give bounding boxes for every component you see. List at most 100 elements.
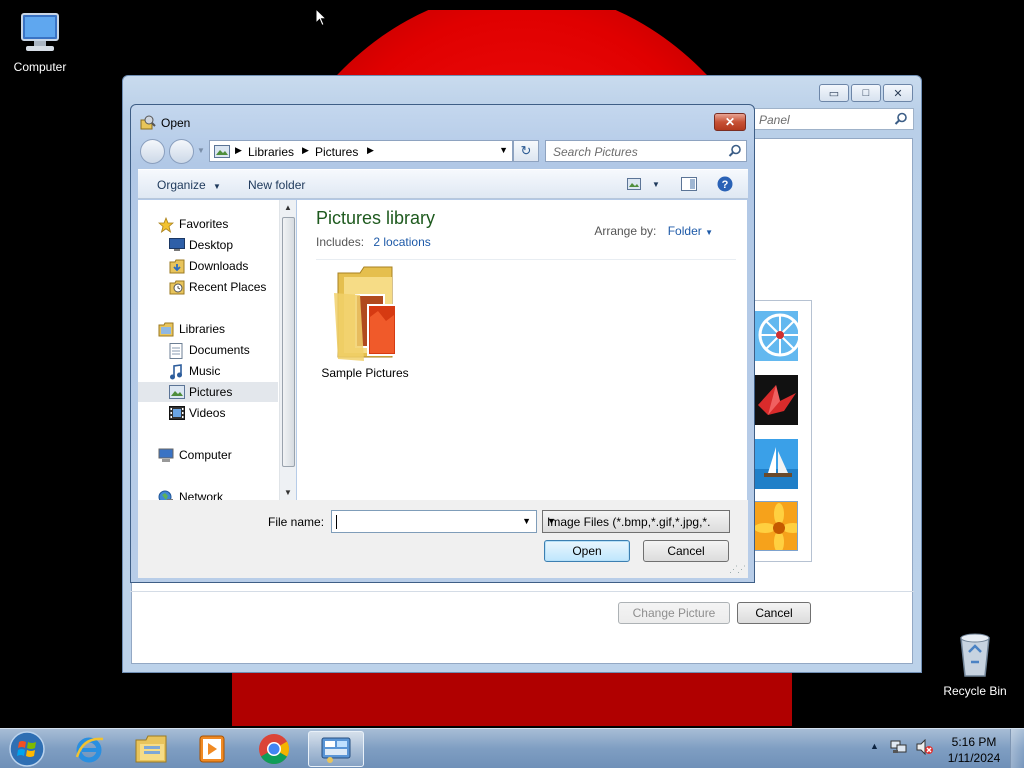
- maximize-icon: □: [862, 87, 870, 99]
- thumbnail-windmill[interactable]: [754, 311, 798, 361]
- nav-label: Downloads: [189, 259, 249, 273]
- dialog-close-button[interactable]: ✕: [714, 113, 746, 131]
- documents-icon: [169, 343, 183, 359]
- address-bar[interactable]: ▶ Libraries ▶ Pictures ▶ ▼: [209, 140, 513, 162]
- address-history-dropdown-icon[interactable]: ▼: [499, 145, 508, 155]
- show-hidden-icons-icon[interactable]: ▲: [870, 741, 879, 751]
- volume-muted-icon[interactable]: [916, 739, 934, 755]
- nav-item-pictures[interactable]: Pictures: [138, 382, 278, 402]
- change-picture-button[interactable]: Change Picture: [618, 602, 730, 624]
- file-name-history-dropdown-icon[interactable]: ▼: [522, 516, 531, 526]
- nav-label: Pictures: [189, 385, 233, 399]
- maximize-button[interactable]: □: [851, 84, 881, 102]
- chevron-down-icon: ▼: [547, 516, 556, 526]
- arrange-by-dropdown[interactable]: Folder ▼: [668, 224, 713, 238]
- control-panel-icon: [321, 737, 351, 763]
- minimize-button[interactable]: ▭: [819, 84, 849, 102]
- help-icon[interactable]: ?: [717, 176, 733, 192]
- back-cancel-button[interactable]: Cancel: [737, 602, 811, 624]
- libraries-icon: [158, 322, 174, 337]
- nav-label: Videos: [189, 406, 226, 420]
- includes-label: Includes:: [316, 235, 365, 249]
- preview-pane-icon[interactable]: [681, 177, 697, 191]
- file-type-select[interactable]: Image Files (*.bmp,*.gif,*.jpg,*. ▼: [542, 510, 730, 533]
- nav-label: Music: [189, 364, 221, 378]
- refresh-button[interactable]: ↻: [513, 140, 539, 162]
- thumbnail-paper-crane[interactable]: [754, 375, 798, 425]
- thumbnail-flower[interactable]: [754, 501, 798, 551]
- chrome-icon: [259, 734, 290, 765]
- breadcrumb-libraries[interactable]: Libraries: [248, 145, 294, 159]
- resize-grip-icon[interactable]: ⋰⋰: [729, 564, 746, 575]
- nav-item-desktop[interactable]: Desktop: [138, 235, 278, 255]
- file-name-input[interactable]: ▼: [331, 510, 537, 533]
- recent-places-icon: [169, 280, 185, 295]
- taskbar-chrome[interactable]: [246, 731, 302, 767]
- file-list-pane[interactable]: Pictures library Includes: 2 locations A…: [297, 200, 747, 500]
- scrollbar-thumb[interactable]: [282, 217, 295, 467]
- nav-item-documents[interactable]: Documents: [138, 340, 278, 360]
- nav-item-network[interactable]: Network: [138, 487, 278, 500]
- library-locations-link[interactable]: 2 locations: [373, 235, 430, 249]
- organize-menu-button[interactable]: Organize ▼: [157, 178, 221, 192]
- search-icon: [728, 144, 741, 157]
- breadcrumb-separator-icon[interactable]: ▶: [367, 145, 374, 156]
- open-button[interactable]: Open: [544, 540, 630, 562]
- search-icon: [894, 112, 907, 125]
- taskbar-control-panel[interactable]: [308, 731, 364, 767]
- back-button[interactable]: [140, 139, 165, 164]
- nav-label: Libraries: [179, 322, 226, 336]
- downloads-folder-icon: [169, 259, 185, 274]
- nav-item-computer[interactable]: Computer: [138, 445, 278, 465]
- nav-item-music[interactable]: Music: [138, 361, 278, 381]
- search-pictures-input[interactable]: Search Pictures: [545, 140, 747, 162]
- open-dialog-icon: [140, 115, 156, 130]
- close-button[interactable]: ✕: [883, 84, 913, 102]
- forward-button[interactable]: [169, 139, 194, 164]
- taskbar-internet-explorer[interactable]: [61, 731, 117, 767]
- command-bar: Organize ▼ New folder ▼ ?: [138, 169, 748, 199]
- breadcrumb-separator-icon[interactable]: ▶: [302, 145, 309, 156]
- thumbnail-sailboat[interactable]: [754, 439, 798, 489]
- desktop-icon-recycle-bin[interactable]: Recycle Bin: [935, 630, 1015, 698]
- system-clock[interactable]: 5:16 PM 1/11/2024: [936, 734, 1012, 766]
- change-view-icon[interactable]: [627, 178, 641, 190]
- picture-thumbnail-list[interactable]: [754, 300, 812, 562]
- desktop-icon: [169, 238, 185, 251]
- new-folder-button[interactable]: New folder: [248, 178, 305, 192]
- arrange-by-control: Arrange by: Folder ▼: [594, 224, 713, 238]
- taskbar-file-explorer[interactable]: [123, 731, 179, 767]
- nav-label: Desktop: [189, 238, 234, 252]
- close-icon: ✕: [724, 115, 736, 129]
- taskbar: ▲ 5:16 PM 1/11/2024: [0, 728, 1024, 768]
- taskbar-media-player[interactable]: [184, 731, 240, 767]
- breadcrumb-separator-icon[interactable]: ▶: [235, 145, 242, 156]
- recent-pages-dropdown-icon[interactable]: ▼: [197, 146, 205, 155]
- footer-divider: [130, 591, 914, 592]
- refresh-icon: ↻: [520, 143, 532, 158]
- network-status-icon[interactable]: [890, 739, 908, 755]
- view-options-dropdown-icon[interactable]: ▼: [652, 180, 660, 189]
- search-placeholder: Search Pictures: [553, 145, 638, 159]
- breadcrumb-pictures[interactable]: Pictures: [315, 145, 358, 159]
- scroll-up-icon[interactable]: ▲: [284, 203, 292, 212]
- nav-item-libraries[interactable]: Libraries: [138, 319, 278, 339]
- navigation-pane-scrollbar[interactable]: ▲ ▼: [279, 200, 296, 500]
- nav-item-recent-places[interactable]: Recent Places: [138, 277, 278, 297]
- recycle-bin-icon: [960, 633, 990, 677]
- desktop-icon-computer[interactable]: Computer: [0, 10, 80, 74]
- paper-crane-image: [754, 375, 798, 425]
- svg-text:?: ?: [722, 179, 729, 191]
- desktop-icon-label: Computer: [13, 60, 67, 74]
- text-caret: [336, 515, 337, 529]
- cancel-button[interactable]: Cancel: [643, 540, 729, 562]
- show-desktop-button[interactable]: [1010, 729, 1024, 768]
- folder-item-sample-pictures[interactable]: Sample Pictures: [317, 265, 413, 380]
- nav-item-videos[interactable]: Videos: [138, 403, 278, 423]
- mouse-cursor-icon: [315, 8, 327, 27]
- start-button[interactable]: [7, 730, 47, 768]
- control-panel-search-input[interactable]: Panel: [752, 108, 914, 130]
- scroll-down-icon[interactable]: ▼: [284, 488, 292, 497]
- nav-item-downloads[interactable]: Downloads: [138, 256, 278, 276]
- nav-item-favorites[interactable]: Favorites: [138, 214, 278, 234]
